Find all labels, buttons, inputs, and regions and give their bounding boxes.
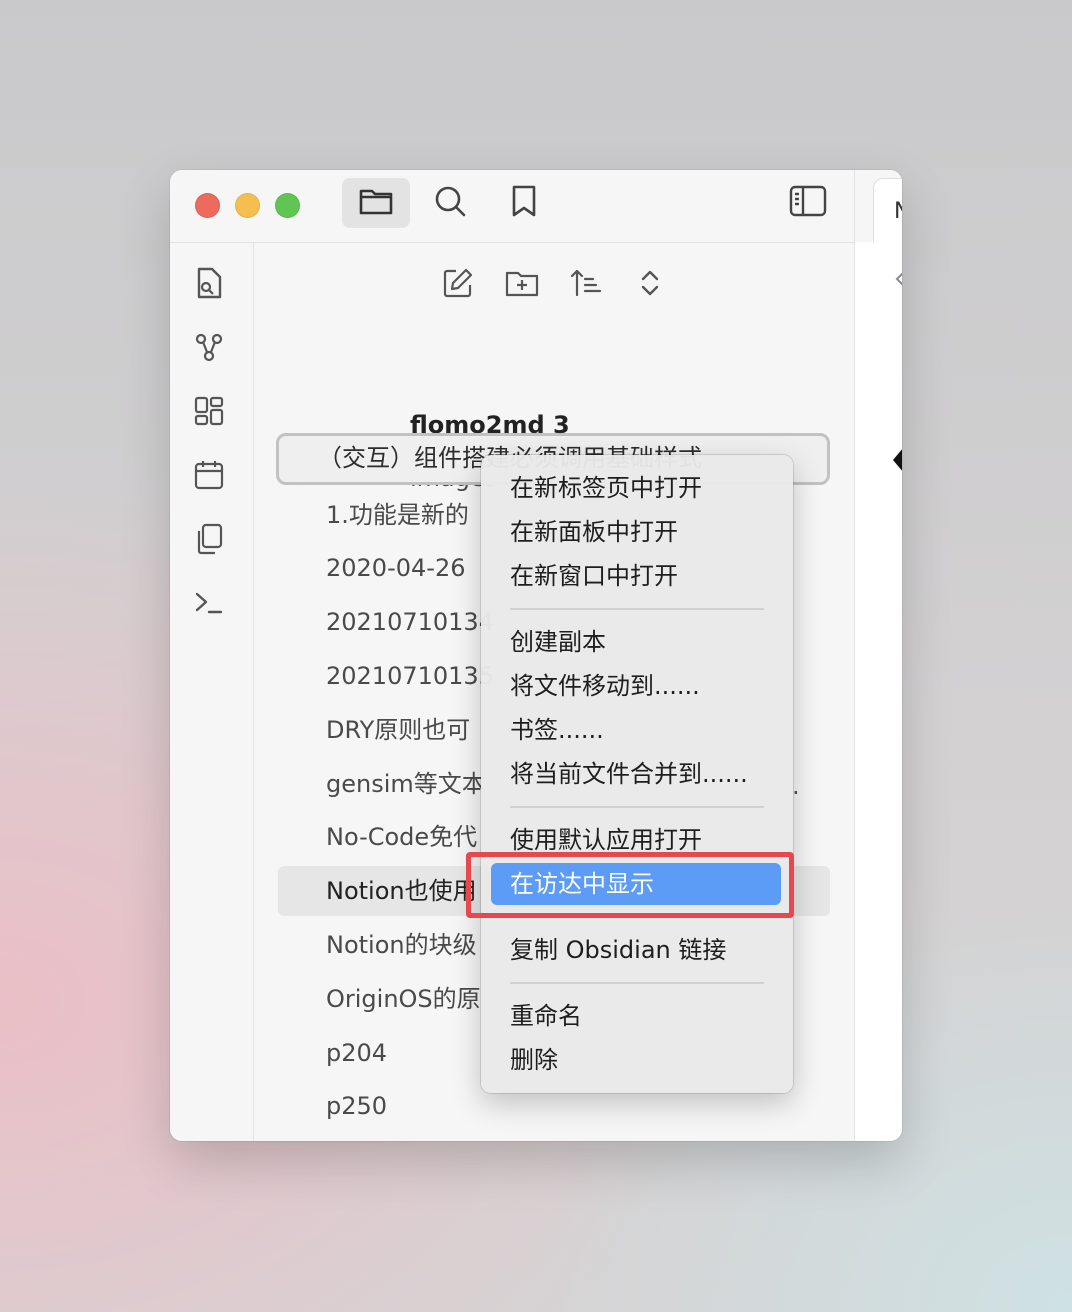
file-item[interactable]: DRY原则也可: [326, 715, 470, 745]
file-item[interactable]: p204: [326, 1038, 387, 1068]
menu-move-file[interactable]: 将文件移动到......: [510, 671, 700, 701]
sidebar-toggle-icon: [789, 185, 827, 221]
menu-open-new-pane[interactable]: 在新面板中打开: [510, 517, 678, 547]
file-explorer-tab[interactable]: [342, 178, 410, 228]
file-item[interactable]: 1.功能是新的: [326, 500, 469, 530]
menu-make-copy[interactable]: 创建副本: [510, 627, 606, 657]
file-item[interactable]: Notion也使用: [326, 876, 477, 906]
canvas-button[interactable]: [191, 395, 227, 431]
menu-rename[interactable]: 重命名: [510, 1001, 582, 1031]
menu-bookmark[interactable]: 书签......: [510, 715, 604, 745]
search-tab[interactable]: [416, 178, 484, 228]
minimize-window-button[interactable]: [235, 193, 260, 218]
collapse-all-button[interactable]: [630, 265, 670, 305]
calendar-icon: [193, 459, 225, 495]
tab-bar: N: [855, 170, 902, 242]
context-menu: 在新标签页中打开 在新面板中打开 在新窗口中打开 创建副本 将文件移动到....…: [481, 455, 793, 1093]
menu-merge-file[interactable]: 将当前文件合并到......: [510, 759, 748, 789]
graph-view-button[interactable]: [191, 331, 227, 367]
back-arrow-icon[interactable]: [895, 270, 902, 292]
title-bar: [170, 170, 854, 243]
menu-copy-obsidian-link[interactable]: 复制 Obsidian 链接: [510, 935, 726, 965]
menu-separator: [510, 806, 764, 808]
close-window-button[interactable]: [195, 193, 220, 218]
apps-icon: [193, 395, 225, 431]
editor-pane: N: [854, 170, 902, 1141]
sort-button[interactable]: [566, 265, 606, 305]
daily-note-button[interactable]: [191, 459, 227, 495]
search-icon: [432, 183, 468, 223]
terminal-icon: [193, 589, 225, 621]
new-folder-button[interactable]: [502, 265, 542, 305]
new-folder-icon: [504, 267, 540, 303]
truncation-dot: .: [792, 772, 800, 800]
file-item[interactable]: p250: [326, 1091, 387, 1121]
ribbon: [170, 243, 254, 1141]
new-note-button[interactable]: [438, 265, 478, 305]
menu-delete[interactable]: 删除: [510, 1045, 558, 1075]
bookmarks-tab[interactable]: [490, 178, 558, 228]
quick-switcher-button[interactable]: [191, 267, 227, 303]
folder-icon: [358, 185, 394, 221]
collapse-icon: [638, 267, 662, 303]
file-search-icon: [193, 266, 225, 304]
command-palette-button[interactable]: [191, 587, 227, 623]
file-item[interactable]: gensim等文本: [326, 769, 486, 799]
file-item[interactable]: OriginOS的原: [326, 984, 481, 1014]
sidebar-toggle-button[interactable]: [774, 178, 842, 228]
menu-separator: [510, 982, 764, 984]
copy-icon: [193, 522, 225, 560]
file-item[interactable]: 20210710134: [326, 607, 494, 637]
menu-open-default-app[interactable]: 使用默认应用打开: [510, 825, 702, 855]
file-item[interactable]: 20210710135: [326, 661, 494, 691]
sort-icon: [569, 267, 603, 303]
menu-separator: [510, 608, 764, 610]
file-item[interactable]: Notion的块级: [326, 930, 477, 960]
graph-icon: [193, 331, 225, 367]
editor-tab[interactable]: N: [873, 178, 902, 242]
templates-button[interactable]: [191, 523, 227, 559]
pane-collapse-handle-icon[interactable]: [893, 448, 902, 476]
file-item[interactable]: No-Code免代: [326, 822, 477, 852]
menu-open-new-window[interactable]: 在新窗口中打开: [510, 561, 678, 591]
file-item[interactable]: 2020-04-26: [326, 553, 465, 583]
zoom-window-button[interactable]: [275, 193, 300, 218]
menu-open-new-tab[interactable]: 在新标签页中打开: [510, 473, 702, 503]
annotation-highlight-box: [466, 852, 794, 918]
bookmark-icon: [509, 184, 539, 222]
new-note-icon: [441, 266, 475, 304]
